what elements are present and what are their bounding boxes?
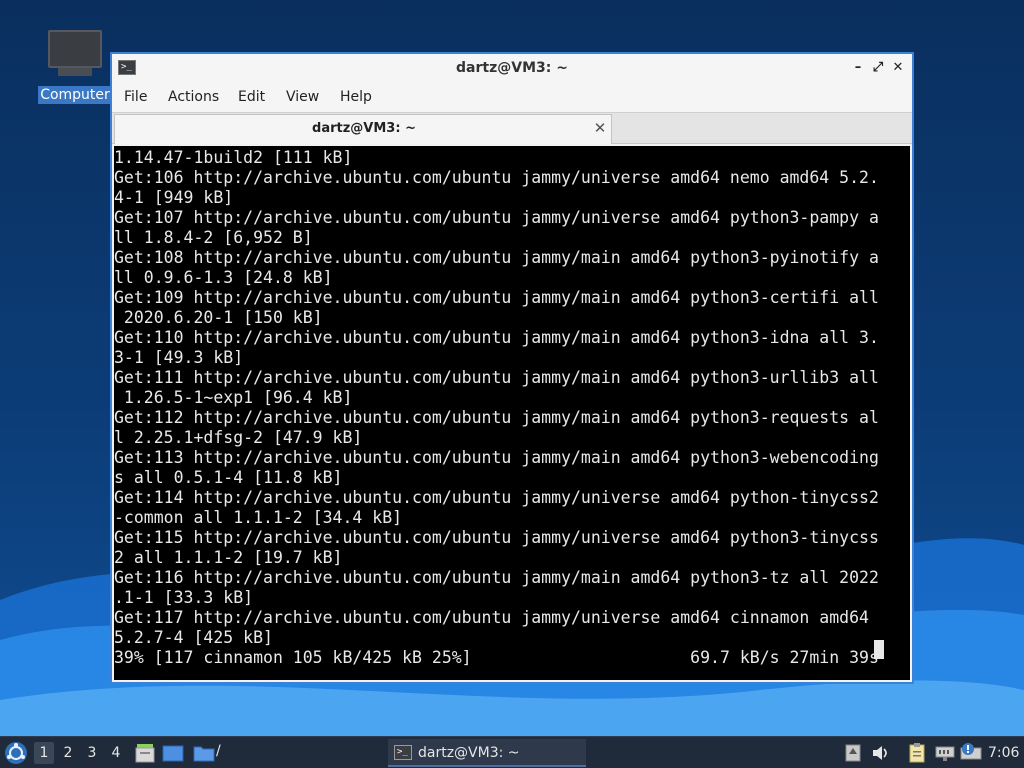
trash-launcher-icon[interactable] bbox=[134, 742, 156, 764]
update-notifier-icon[interactable] bbox=[842, 742, 864, 764]
desktop-icon-label: Computer bbox=[38, 86, 112, 104]
terminal-line: -common all 1.1.1-2 [34.4 kB] bbox=[114, 508, 403, 527]
menu-edit[interactable]: Edit bbox=[234, 82, 269, 112]
workspace-2[interactable]: 2 bbox=[58, 742, 78, 764]
terminal-window[interactable]: >_ dartz@VM3: ~ – ⤢ ✕ File Actions Edit … bbox=[110, 52, 914, 684]
terminal-cursor bbox=[874, 640, 884, 659]
window-titlebar[interactable]: >_ dartz@VM3: ~ – ⤢ ✕ bbox=[112, 54, 912, 82]
terminal-line: s all 0.5.1-4 [11.8 kB] bbox=[114, 468, 343, 487]
terminal-line: 1.14.47-1build2 [111 kB] bbox=[114, 148, 353, 167]
terminal-task-icon: >_ bbox=[394, 745, 412, 760]
terminal-line: 4-1 [949 kB] bbox=[114, 188, 234, 207]
terminal-line: Get:116 http://archive.ubuntu.com/ubuntu… bbox=[114, 568, 879, 587]
workspace-4[interactable]: 4 bbox=[106, 742, 126, 764]
menu-help[interactable]: Help bbox=[336, 82, 376, 112]
terminal-line: Get:115 http://archive.ubuntu.com/ubuntu… bbox=[114, 528, 879, 547]
terminal-line: Get:112 http://archive.ubuntu.com/ubuntu… bbox=[114, 408, 879, 427]
terminal-output[interactable]: 1.14.47-1build2 [111 kB] Get:106 http://a… bbox=[114, 146, 910, 680]
terminal-line: Get:108 http://archive.ubuntu.com/ubuntu… bbox=[114, 248, 879, 267]
menu-file[interactable]: File bbox=[120, 82, 151, 112]
workspace-1[interactable]: 1 bbox=[34, 742, 54, 764]
volume-icon[interactable] bbox=[870, 742, 892, 764]
taskbar-clock: 7:06 bbox=[988, 745, 1020, 761]
start-menu-icon[interactable] bbox=[4, 741, 28, 765]
close-button[interactable]: ✕ bbox=[888, 58, 908, 78]
terminal-line: ll 0.9.6-1.3 [24.8 kB] bbox=[114, 268, 333, 287]
launcher-suffix: / bbox=[216, 743, 221, 759]
tab-bar: dartz@VM3: ~ ✕ bbox=[112, 112, 912, 144]
network-icon[interactable] bbox=[934, 742, 956, 764]
menu-bar: File Actions Edit View Help bbox=[112, 82, 912, 112]
terminal-line: l 2.25.1+dfsg-2 [47.9 kB] bbox=[114, 428, 363, 447]
tab-terminal[interactable]: dartz@VM3: ~ ✕ bbox=[114, 114, 612, 144]
taskbar-task-terminal[interactable]: >_ dartz@VM3: ~ bbox=[388, 739, 586, 767]
terminal-line: 3-1 [49.3 kB] bbox=[114, 348, 244, 367]
workspace-3[interactable]: 3 bbox=[82, 742, 102, 764]
terminal-line: Get:106 http://archive.ubuntu.com/ubuntu… bbox=[114, 168, 879, 187]
taskbar-task-label: dartz@VM3: ~ bbox=[418, 745, 520, 761]
window-title: dartz@VM3: ~ bbox=[456, 60, 568, 76]
terminal-line: 1.26.5-1~exp1 [96.4 kB] bbox=[114, 388, 353, 407]
menu-view[interactable]: View bbox=[282, 82, 323, 112]
notification-icon[interactable] bbox=[960, 742, 982, 764]
desktop-launcher-icon[interactable] bbox=[162, 742, 184, 764]
terminal-line: 2 all 1.1.1-2 [19.7 kB] bbox=[114, 548, 343, 567]
terminal-line: Get:111 http://archive.ubuntu.com/ubuntu… bbox=[114, 368, 879, 387]
clipboard-icon[interactable] bbox=[906, 742, 928, 764]
terminal-line: Get:109 http://archive.ubuntu.com/ubuntu… bbox=[114, 288, 879, 307]
taskbar: 1 2 3 4 / >_ dartz@VM3: ~ 7:06 bbox=[0, 736, 1024, 768]
terminal-line: .1-1 [33.3 kB] bbox=[114, 588, 254, 607]
terminal-line: 2020.6.20-1 [150 kB] bbox=[114, 308, 323, 327]
terminal-line: 5.2.7-4 [425 kB] bbox=[114, 628, 273, 647]
terminal-line: Get:113 http://archive.ubuntu.com/ubuntu… bbox=[114, 448, 879, 467]
maximize-button[interactable]: ⤢ bbox=[868, 58, 888, 78]
terminal-line: ll 1.8.4-2 [6,952 B] bbox=[114, 228, 313, 247]
tab-close-icon[interactable]: ✕ bbox=[591, 119, 609, 137]
terminal-line: 39% [117 cinnamon 105 kB/425 kB 25%] 69.… bbox=[114, 648, 879, 667]
desktop-icon-computer[interactable]: Computer bbox=[38, 30, 112, 104]
folder-launcher-icon[interactable] bbox=[193, 742, 215, 764]
computer-icon bbox=[48, 30, 102, 76]
menu-actions[interactable]: Actions bbox=[164, 82, 223, 112]
terminal-line: Get:110 http://archive.ubuntu.com/ubuntu… bbox=[114, 328, 879, 347]
tab-title: dartz@VM3: ~ bbox=[312, 121, 416, 136]
terminal-line: Get:114 http://archive.ubuntu.com/ubuntu… bbox=[114, 488, 879, 507]
terminal-line: Get:107 http://archive.ubuntu.com/ubuntu… bbox=[114, 208, 879, 227]
minimize-button[interactable]: – bbox=[848, 58, 868, 78]
terminal-line: Get:117 http://archive.ubuntu.com/ubuntu… bbox=[114, 608, 869, 627]
